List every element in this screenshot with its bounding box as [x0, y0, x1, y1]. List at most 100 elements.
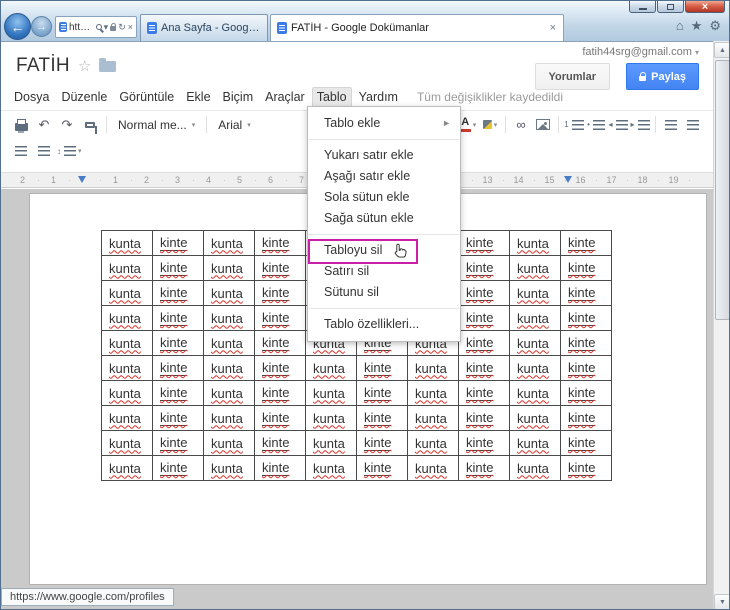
search-icon[interactable]: [95, 24, 102, 30]
table-cell[interactable]: kunta: [203, 455, 255, 481]
left-indent-marker[interactable]: [78, 176, 86, 183]
table-cell[interactable]: kunta: [101, 255, 153, 281]
outdent-button[interactable]: ◂: [608, 114, 628, 136]
table-cell[interactable]: kinte: [458, 380, 510, 406]
table-cell[interactable]: kunta: [407, 355, 459, 381]
table-cell[interactable]: kinte: [152, 455, 204, 481]
table-cell[interactable]: kinte: [458, 305, 510, 331]
stop-icon[interactable]: ×: [128, 22, 133, 32]
menu-item-yukarı-satır-ekle[interactable]: Yukarı satır ekle: [308, 145, 460, 166]
redo-button[interactable]: ↷: [57, 114, 77, 136]
menubar-item-düzenle[interactable]: Düzenle: [56, 87, 112, 107]
table-cell[interactable]: kinte: [560, 380, 612, 406]
table-cell[interactable]: kinte: [152, 405, 204, 431]
align-right-button[interactable]: [34, 140, 54, 162]
scrollbar-thumb[interactable]: [715, 60, 729, 320]
table-cell[interactable]: kinte: [254, 280, 306, 306]
table-cell[interactable]: kunta: [203, 230, 255, 256]
table-cell[interactable]: kunta: [203, 330, 255, 356]
browser-tab[interactable]: Ana Sayfa - Google Dokümanlar: [140, 14, 268, 41]
table-cell[interactable]: kinte: [152, 380, 204, 406]
settings-gear-icon[interactable]: ⚙: [709, 18, 721, 34]
paint-format-button[interactable]: [80, 114, 100, 136]
table-cell[interactable]: kinte: [254, 255, 306, 281]
table-cell[interactable]: kinte: [152, 355, 204, 381]
table-cell[interactable]: kinte: [560, 305, 612, 331]
table-cell[interactable]: kunta: [203, 255, 255, 281]
menubar-item-tablo[interactable]: Tablo: [311, 87, 352, 107]
table-cell[interactable]: kinte: [254, 305, 306, 331]
window-maximize-button[interactable]: [657, 1, 684, 13]
highlight-color-button[interactable]: ▾: [480, 114, 500, 136]
table-cell[interactable]: kinte: [254, 330, 306, 356]
table-cell[interactable]: kinte: [458, 330, 510, 356]
table-cell[interactable]: kinte: [560, 230, 612, 256]
table-cell[interactable]: kinte: [152, 255, 204, 281]
document-title[interactable]: FATİH: [16, 55, 70, 77]
table-cell[interactable]: kinte: [254, 380, 306, 406]
text-color-button[interactable]: A ▾: [458, 114, 478, 136]
vertical-scrollbar[interactable]: ▲ ▼: [713, 41, 729, 609]
table-cell[interactable]: kinte: [152, 330, 204, 356]
table-cell[interactable]: kinte: [152, 430, 204, 456]
table-cell[interactable]: kunta: [203, 355, 255, 381]
browser-tab[interactable]: FATİH - Google Dokümanlar ×: [270, 14, 564, 41]
table-cell[interactable]: kinte: [458, 430, 510, 456]
table-cell[interactable]: kunta: [203, 305, 255, 331]
refresh-icon[interactable]: ↻: [118, 22, 126, 33]
table-cell[interactable]: kunta: [305, 405, 357, 431]
table-cell[interactable]: kunta: [305, 430, 357, 456]
numbered-list-button[interactable]: 1: [564, 114, 584, 136]
table-cell[interactable]: kinte: [458, 405, 510, 431]
align-left-button[interactable]: [661, 114, 681, 136]
table-cell[interactable]: kunta: [101, 330, 153, 356]
table-cell[interactable]: kunta: [407, 455, 459, 481]
menu-item-satırı-sil[interactable]: Satırı sil: [308, 261, 460, 282]
menu-item-sütunu-sil[interactable]: Sütunu sil: [308, 282, 460, 303]
table-cell[interactable]: kinte: [152, 280, 204, 306]
table-cell[interactable]: kinte: [560, 355, 612, 381]
url-text[interactable]: https://docs.goo: [69, 22, 94, 33]
table-cell[interactable]: kinte: [458, 455, 510, 481]
table-cell[interactable]: kunta: [509, 230, 561, 256]
table-cell[interactable]: kinte: [458, 255, 510, 281]
table-cell[interactable]: kinte: [560, 330, 612, 356]
share-button[interactable]: Paylaş: [626, 63, 699, 90]
table-cell[interactable]: kunta: [509, 330, 561, 356]
table-cell[interactable]: kunta: [407, 405, 459, 431]
table-cell[interactable]: kunta: [305, 455, 357, 481]
account-email[interactable]: fatih44srg@gmail.com ▾: [582, 46, 699, 58]
favorites-star-icon[interactable]: ★: [691, 18, 703, 34]
forward-button[interactable]: →: [31, 16, 52, 37]
table-cell[interactable]: kinte: [560, 280, 612, 306]
table-cell[interactable]: kunta: [203, 380, 255, 406]
menu-item-sağa-sütun-ekle[interactable]: Sağa sütun ekle: [308, 208, 460, 229]
address-bar[interactable]: https://docs.goo ▾ ↻ ×: [55, 16, 137, 38]
table-cell[interactable]: kinte: [356, 355, 408, 381]
table-cell[interactable]: kunta: [101, 280, 153, 306]
font-dropdown[interactable]: Arial ▾: [213, 118, 256, 132]
table-cell[interactable]: kunta: [203, 430, 255, 456]
table-cell[interactable]: kunta: [509, 255, 561, 281]
menubar-item-ekle[interactable]: Ekle: [181, 87, 215, 107]
table-cell[interactable]: kunta: [101, 430, 153, 456]
menu-item-sola-sütun-ekle[interactable]: Sola sütun ekle: [308, 187, 460, 208]
style-dropdown[interactable]: Normal me... ▾: [113, 118, 200, 132]
menubar-item-dosya[interactable]: Dosya: [9, 87, 54, 107]
print-button[interactable]: [11, 114, 31, 136]
table-cell[interactable]: kinte: [458, 230, 510, 256]
menu-item-aşağı-satır-ekle[interactable]: Aşağı satır ekle: [308, 166, 460, 187]
table-cell[interactable]: kunta: [407, 380, 459, 406]
table-cell[interactable]: kinte: [356, 405, 408, 431]
right-indent-marker[interactable]: [564, 176, 572, 183]
window-close-button[interactable]: ×: [685, 1, 725, 13]
star-icon[interactable]: ☆: [78, 57, 91, 75]
menubar-item-görüntüle[interactable]: Görüntüle: [114, 87, 179, 107]
table-cell[interactable]: kunta: [101, 455, 153, 481]
table-cell[interactable]: kinte: [356, 430, 408, 456]
table-cell[interactable]: kunta: [509, 380, 561, 406]
table-cell[interactable]: kinte: [458, 280, 510, 306]
table-cell[interactable]: kinte: [254, 230, 306, 256]
menu-item-tablo-ekle[interactable]: Tablo ekle ►: [308, 113, 460, 134]
bulleted-list-button[interactable]: •: [586, 114, 606, 136]
